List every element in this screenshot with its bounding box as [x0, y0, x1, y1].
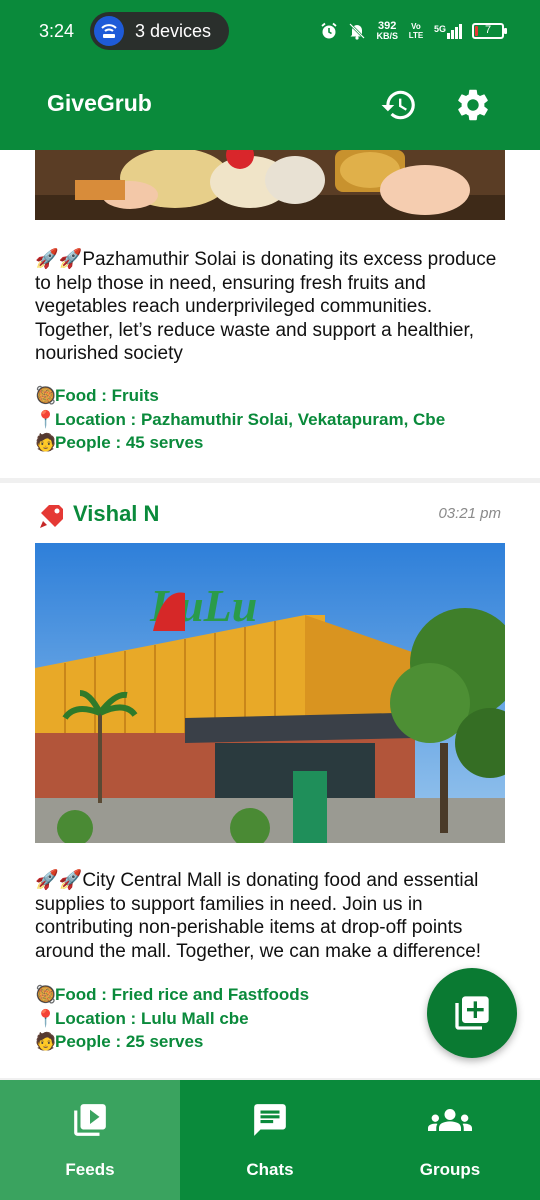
network-type: 5G: [433, 23, 446, 34]
food-info: 🥘Food : Fruits: [35, 384, 505, 408]
post-image: [35, 150, 505, 220]
status-icons: 392 KB/S Vo LTE 5G 7: [320, 18, 507, 44]
status-bar: 3:24 3 devices 392 KB/S Vo LTE 5G 7: [0, 0, 540, 62]
devices-pill[interactable]: 3 devices: [90, 12, 229, 50]
video-library-icon: [0, 1100, 180, 1140]
mute-icon: [349, 23, 366, 40]
people-info: 🧑People : 45 serves: [35, 431, 505, 455]
post-header: Vishal N 03:21 pm: [35, 499, 505, 533]
post-meta: 🥘Food : Fruits 📍Location : Pazhamuthir S…: [35, 384, 505, 455]
location-pin-icon: 📍: [35, 1008, 57, 1028]
network-speed: 392 KB/S: [376, 21, 398, 41]
location-pin-icon: 📍: [35, 409, 57, 429]
app-bar: GiveGrub: [0, 62, 540, 150]
settings-icon[interactable]: [452, 84, 494, 126]
status-time: 3:24: [39, 21, 75, 41]
location-info: 📍Location : Pazhamuthir Solai, Vekatapur…: [35, 408, 505, 432]
people-text: People : 25 serves: [55, 1032, 204, 1051]
author-name[interactable]: Vishal N: [73, 501, 159, 527]
nav-chats-label: Chats: [246, 1160, 294, 1179]
post-time: 03:21 pm: [438, 505, 501, 522]
nav-feeds-label: Feeds: [65, 1160, 115, 1179]
feed-list[interactable]: 🚀🚀Pazhamuthir Solai is donating its exce…: [0, 150, 540, 1080]
nav-chats[interactable]: Chats: [180, 1080, 360, 1200]
nav-groups-label: Groups: [419, 1160, 481, 1179]
nav-feeds[interactable]: Feeds: [0, 1080, 180, 1200]
add-post-button[interactable]: [427, 968, 517, 1058]
battery-icon: 7: [472, 23, 507, 39]
alarm-icon: [321, 22, 338, 39]
volte-indicator: Vo LTE: [408, 22, 424, 40]
post-description: 🚀🚀Pazhamuthir Solai is donating its exce…: [35, 249, 497, 364]
person-icon: 🧑: [35, 433, 57, 452]
people-text: People : 45 serves: [55, 433, 204, 452]
app-title: GiveGrub: [47, 90, 152, 116]
post-card[interactable]: 🚀🚀Pazhamuthir Solai is donating its exce…: [0, 150, 540, 478]
signal-icon: 5G: [433, 23, 462, 39]
bookmark-icon: [38, 502, 66, 530]
history-icon[interactable]: [378, 84, 420, 126]
location-text: Location : Pazhamuthir Solai, Vekatapura…: [55, 409, 446, 429]
groups-icon: [360, 1100, 540, 1140]
hotspot-icon: [94, 16, 124, 46]
food-icon: 🥘: [35, 386, 57, 405]
bottom-nav: Feeds Chats Groups: [0, 1080, 540, 1200]
chat-icon: [180, 1100, 360, 1140]
devices-label: 3 devices: [135, 21, 212, 41]
food-icon: 🥘: [35, 985, 57, 1004]
nav-groups[interactable]: Groups: [360, 1080, 540, 1200]
food-text: Food : Fruits: [55, 386, 159, 405]
food-text: Food : Fried rice and Fastfoods: [55, 985, 310, 1004]
location-text: Location : Lulu Mall cbe: [55, 1008, 249, 1028]
post-image: LuLu: [35, 543, 505, 843]
post-description: 🚀🚀City Central Mall is donating food and…: [35, 870, 482, 962]
battery-level: 7: [484, 24, 492, 36]
net-speed-unit: KB/S: [376, 31, 398, 41]
person-icon: 🧑: [35, 1032, 57, 1051]
add-post-icon: [455, 996, 489, 1030]
